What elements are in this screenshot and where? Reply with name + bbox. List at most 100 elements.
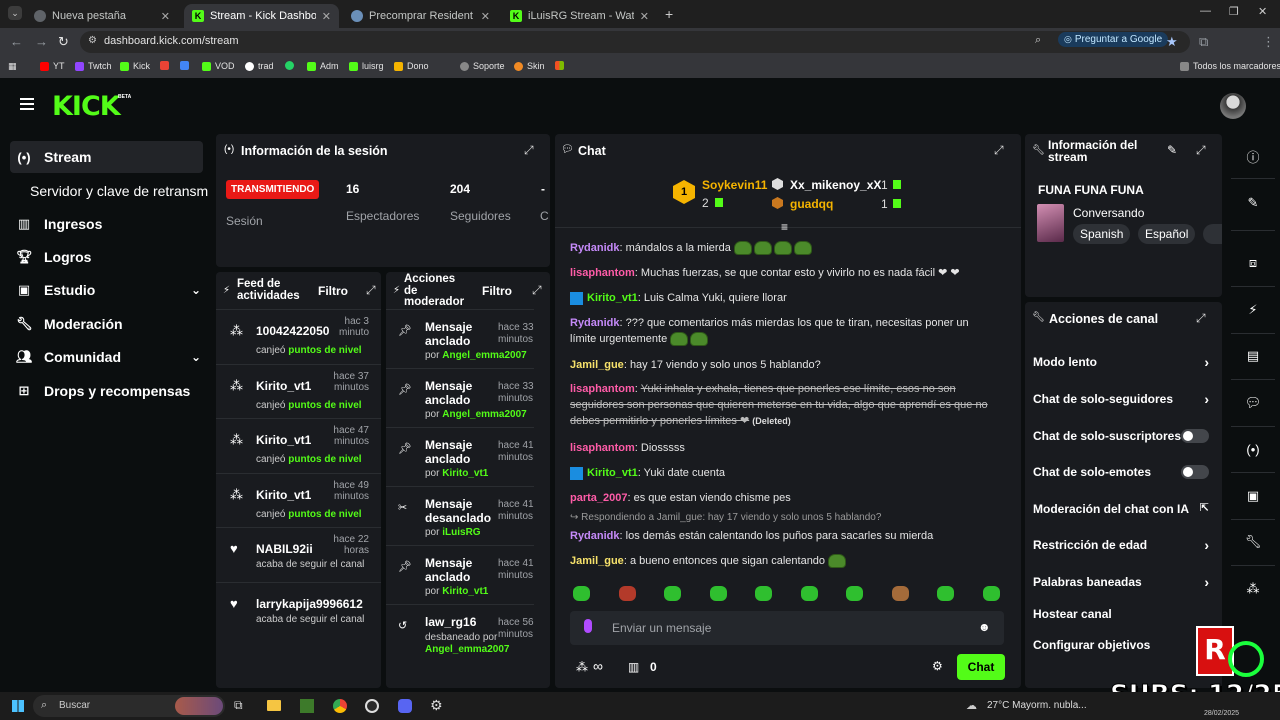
chat-username[interactable]: lisaphantom <box>570 442 635 454</box>
bookmark-trad[interactable]: trad <box>245 61 274 71</box>
user-avatar[interactable] <box>1220 93 1246 119</box>
info-icon[interactable]: ⓘ <box>1237 141 1269 171</box>
close-tab-icon[interactable]: ✕ <box>640 10 649 23</box>
chat-username[interactable]: Jamil_gue <box>570 555 624 567</box>
sidebar-item-moderacion[interactable]: 🔧︎ Moderación <box>16 316 123 332</box>
feed-filter-button[interactable]: Filtro <box>318 284 348 298</box>
mod-action-user[interactable]: iLuisRG <box>442 527 480 538</box>
chrome-taskbar-icon[interactable] <box>333 699 347 713</box>
settings-icon[interactable]: ⚙ <box>430 697 443 714</box>
close-window-button[interactable]: ✕ <box>1258 5 1267 18</box>
bookmark-gmail[interactable] <box>160 61 169 70</box>
ask-google-button[interactable]: ◎ Preguntar a Google <box>1058 32 1169 47</box>
tab-list-button[interactable]: ⌄ <box>8 6 22 20</box>
bookmark-microsoft[interactable] <box>555 61 564 70</box>
taskbar-search[interactable]: ⌕ Buscar <box>33 695 225 717</box>
chat-username[interactable]: lisaphantom <box>570 267 635 279</box>
tag-spanish[interactable]: Spanish <box>1073 224 1131 244</box>
bookmark-skin[interactable]: Skin <box>514 61 545 71</box>
bookmark-whatsapp[interactable] <box>285 61 294 70</box>
minimize-button[interactable]: — <box>1200 5 1211 17</box>
close-tab-icon[interactable]: ✕ <box>322 10 331 23</box>
chat-username[interactable]: lisaphantom <box>570 383 635 395</box>
chat-send-button[interactable]: Chat <box>957 654 1005 680</box>
broadcast-icon[interactable]: (•) <box>1237 434 1269 464</box>
feed-user[interactable]: larrykapija9996612 <box>256 597 376 611</box>
channel-action-7[interactable]: Hostear canal <box>1033 607 1209 621</box>
chat-username[interactable]: Rydanidk <box>570 242 620 254</box>
mod-action-user[interactable]: Angel_emma2007 <box>442 409 527 420</box>
laugh-emote-icon[interactable] <box>709 586 727 601</box>
wrench-icon[interactable]: 🔧︎ <box>1237 527 1269 557</box>
back-icon[interactable]: ← <box>10 34 23 49</box>
mod-action-user[interactable]: Angel_emma2007 <box>425 644 510 655</box>
expand-icon[interactable]: ⤢ <box>994 143 1004 158</box>
smile-emote-icon[interactable] <box>800 586 818 601</box>
extensions-icon[interactable]: ⧉ <box>1199 34 1208 50</box>
emoji-icon[interactable]: ☻ <box>978 620 991 634</box>
chat-username[interactable]: parta_2007 <box>570 492 628 504</box>
pencil-icon[interactable]: ✎ <box>1237 188 1269 218</box>
tag-espanol[interactable]: Español <box>1138 224 1196 244</box>
channel-action-6[interactable]: Palabras baneadas › <box>1033 574 1209 590</box>
chat-username[interactable]: Kirito_vt1 <box>587 467 638 479</box>
mic-icon[interactable] <box>584 619 592 633</box>
site-info-icon[interactable]: ⚙ <box>88 35 97 46</box>
mod-action-user[interactable]: Kirito_vt1 <box>442 586 488 597</box>
cup-emote-icon[interactable] <box>573 586 590 601</box>
bookmark-star-icon[interactable]: ★ <box>1166 34 1178 50</box>
alien-emote-icon[interactable] <box>664 586 681 601</box>
notes-icon[interactable]: ▤ <box>1237 341 1269 371</box>
channel-action-1[interactable]: Chat de solo-seguidores › <box>1033 391 1209 407</box>
mod-action-user[interactable]: Angel_emma2007 <box>442 350 527 361</box>
collapse-icon[interactable]: ≡ <box>781 220 788 234</box>
bookmark-vod[interactable]: VOD <box>202 61 235 71</box>
wink-emote-icon[interactable] <box>937 586 954 601</box>
channel-action-0[interactable]: Modo lento › <box>1033 354 1209 370</box>
expand-icon[interactable]: ⤢ <box>532 283 542 298</box>
channel-action-2[interactable]: Chat de solo-suscriptores <box>1033 429 1209 443</box>
expand-icon[interactable]: ⤢ <box>1196 143 1206 158</box>
sidebar-item-stream[interactable]: (•) Stream <box>16 149 91 165</box>
tab-iluisrg-stream[interactable]: K iLuisRG Stream - Watch Live on ✕ <box>502 4 657 28</box>
bookmark-kick[interactable]: Kick <box>120 61 150 71</box>
url-field[interactable]: ⚙ dashboard.kick.com/stream ⌕ <box>80 31 1190 53</box>
all-bookmarks[interactable]: Todos los marcadores <box>1180 61 1280 71</box>
channel-points-icon[interactable]: ⁂ <box>576 660 588 674</box>
mod-filter-button[interactable]: Filtro <box>482 284 512 298</box>
expand-icon[interactable]: ⤢ <box>1196 311 1206 326</box>
mod-action-user[interactable]: Kirito_vt1 <box>442 468 488 479</box>
obs-icon[interactable] <box>365 699 379 713</box>
chat-settings-icon[interactable]: ⚙ <box>932 659 943 673</box>
close-tab-icon[interactable]: ✕ <box>481 10 490 23</box>
sidebar-item-server-key[interactable]: Servidor y clave de retransm <box>30 183 215 199</box>
new-tab-button[interactable]: + <box>665 6 673 22</box>
hamburger-menu-icon[interactable] <box>20 98 34 110</box>
sidebar-item-comunidad[interactable]: 👥︎ Comunidad ⌄ <box>16 349 201 365</box>
bookmark-yt[interactable]: YT <box>40 61 65 71</box>
task-view-icon[interactable]: ⧉ <box>234 698 243 713</box>
chat-username[interactable]: Rydanidk <box>570 317 620 329</box>
bookmark-twtch[interactable]: Twtch <box>75 61 112 71</box>
close-tab-icon[interactable]: ✕ <box>161 10 170 23</box>
sidebar-item-estudio[interactable]: ▣ Estudio ⌄ <box>16 282 201 298</box>
chat-username[interactable]: Kirito_vt1 <box>587 292 638 304</box>
zoom-icon[interactable]: ⌕ <box>1035 34 1041 47</box>
bookmark-adm[interactable]: Adm <box>307 61 339 71</box>
layout-icon[interactable]: ▣ <box>1237 481 1269 511</box>
apps-icon[interactable]: ▦ <box>8 61 17 72</box>
maximize-button[interactable]: ❐ <box>1229 5 1239 18</box>
bookmark-dono[interactable]: Dono <box>394 61 429 71</box>
box-emote-icon[interactable] <box>618 586 636 601</box>
channel-action-4[interactable]: Moderación del chat con IA ⇱ <box>1033 502 1209 516</box>
chat-icon[interactable]: 💬︎ <box>1237 388 1269 418</box>
lightning-icon[interactable]: ⚡︎ <box>1237 295 1269 325</box>
sidebar-item-ingresos[interactable]: ▥ Ingresos <box>16 216 103 232</box>
sidebar-item-drops[interactable]: ⊞ Drops y recompensas <box>16 383 191 399</box>
minecraft-icon[interactable] <box>300 699 314 713</box>
windows-start-icon[interactable] <box>12 700 24 712</box>
expand-icon[interactable]: ⤢ <box>366 283 376 298</box>
toggle-switch[interactable] <box>1181 429 1209 443</box>
menu-dots-icon[interactable]: ⋮ <box>1262 34 1275 50</box>
tag-more[interactable] <box>1203 224 1222 244</box>
